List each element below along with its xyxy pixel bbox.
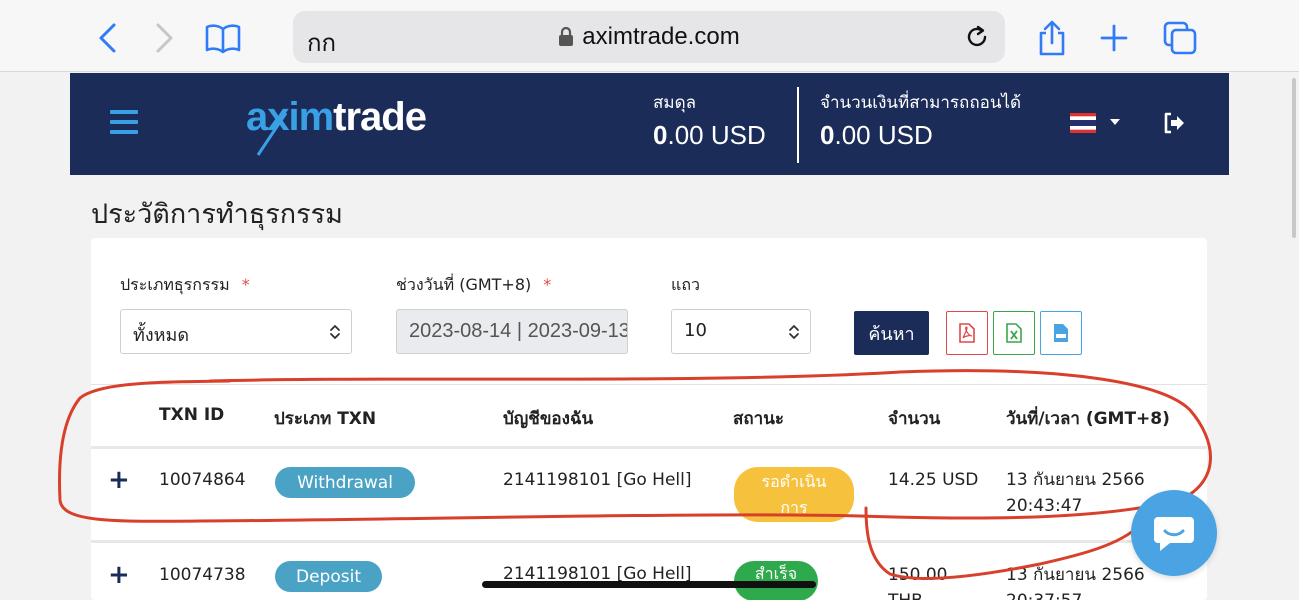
table-header-divider bbox=[91, 446, 1207, 449]
page-title: ประวัติการทำธุรกรรม bbox=[91, 199, 343, 230]
pdf-icon bbox=[959, 323, 975, 343]
table-top-border bbox=[91, 384, 1207, 385]
balance-amount: 0.00 USD bbox=[653, 120, 766, 150]
tabs-icon[interactable] bbox=[1160, 18, 1200, 58]
rows-select[interactable]: 10 bbox=[671, 309, 811, 354]
header-divider bbox=[797, 87, 799, 163]
back-icon[interactable] bbox=[88, 18, 128, 58]
select-arrows-icon bbox=[789, 325, 799, 339]
home-indicator bbox=[482, 581, 816, 588]
date-cell: 13 กันยายน 2566 bbox=[1006, 470, 1145, 490]
app-header: aximtrade สมดุล 0.00 USD จำนวนเงินที่สาม… bbox=[70, 73, 1229, 175]
balance-block: สมดุล 0.00 USD bbox=[653, 89, 766, 151]
withdrawable-block: จำนวนเงินที่สามารถถอนได้ 0.00 USD bbox=[820, 89, 1021, 151]
lock-icon bbox=[559, 27, 574, 46]
url-text: aximtrade.com bbox=[582, 23, 740, 50]
forward-icon[interactable] bbox=[144, 18, 184, 58]
status-badge: รอดำเนินการ bbox=[734, 467, 854, 522]
account-cell: 2141198101 [Go Hell] bbox=[503, 470, 692, 490]
export-pdf-button[interactable] bbox=[946, 311, 988, 355]
page-scrollbar[interactable] bbox=[1292, 78, 1296, 238]
withdrawable-label: จำนวนเงินที่สามารถถอนได้ bbox=[820, 93, 1022, 113]
time-cell: 20:43:47 bbox=[1006, 496, 1083, 516]
thailand-flag-icon[interactable] bbox=[1070, 113, 1096, 133]
amount-cell: 150.00 THB bbox=[888, 565, 948, 600]
txn-id: 10074738 bbox=[159, 565, 246, 585]
txn-type-badge: Deposit bbox=[275, 561, 382, 592]
bookmarks-icon[interactable] bbox=[203, 18, 243, 58]
column-header-account[interactable]: บัญชีของฉัน bbox=[503, 405, 593, 432]
column-header-datetime[interactable]: วันที่/เวลา (GMT+8) bbox=[1006, 405, 1170, 432]
export-csv-button[interactable] bbox=[1040, 311, 1082, 355]
logout-icon[interactable] bbox=[1162, 111, 1186, 135]
expand-row-button[interactable]: + bbox=[108, 560, 130, 590]
language-dropdown-icon[interactable] bbox=[1110, 119, 1120, 125]
column-header-txn-type[interactable]: ประเภท TXN bbox=[274, 405, 376, 432]
column-header-status[interactable]: สถานะ bbox=[733, 405, 784, 432]
txn-type-badge: Withdrawal bbox=[275, 467, 415, 498]
csv-icon bbox=[1054, 324, 1068, 342]
aximtrade-logo[interactable]: aximtrade bbox=[246, 95, 427, 156]
logo-swoosh-icon bbox=[256, 112, 288, 156]
withdrawable-amount: 0.00 USD bbox=[820, 120, 933, 150]
address-bar[interactable]: กก aximtrade.com bbox=[293, 11, 1005, 63]
excel-icon bbox=[1006, 323, 1022, 343]
column-header-amount[interactable]: จำนวน bbox=[888, 405, 940, 432]
date-range-input[interactable]: 2023-08-14 | 2023-09-13 bbox=[396, 309, 628, 354]
time-cell: 20:37:57 bbox=[1006, 588, 1082, 600]
new-tab-icon[interactable] bbox=[1094, 18, 1134, 58]
column-header-txn-id[interactable]: TXN ID bbox=[159, 405, 224, 425]
amount-cell: 14.25 USD bbox=[888, 470, 979, 490]
type-filter-label: ประเภทธุรกรรม * bbox=[120, 275, 250, 294]
balance-label: สมดุล bbox=[653, 93, 697, 113]
menu-icon[interactable] bbox=[110, 110, 138, 136]
rows-label: แถว bbox=[671, 275, 700, 294]
txn-id: 10074864 bbox=[159, 470, 246, 490]
live-chat-button[interactable] bbox=[1131, 490, 1217, 576]
share-icon[interactable] bbox=[1032, 18, 1072, 58]
reload-icon[interactable] bbox=[963, 23, 991, 51]
search-button[interactable]: ค้นหา bbox=[854, 311, 929, 355]
chat-icon bbox=[1154, 517, 1194, 551]
browser-toolbar: กก aximtrade.com bbox=[0, 0, 1299, 72]
row-divider bbox=[91, 540, 1207, 543]
date-range-label: ช่วงวันที่ (GMT+8) * bbox=[396, 275, 552, 294]
type-select[interactable]: ทั้งหมด bbox=[120, 309, 352, 354]
export-excel-button[interactable] bbox=[993, 311, 1035, 355]
expand-row-button[interactable]: + bbox=[108, 465, 130, 495]
date-cell: 13 กันยายน 2566 bbox=[1006, 565, 1145, 585]
select-arrows-icon bbox=[330, 325, 340, 339]
